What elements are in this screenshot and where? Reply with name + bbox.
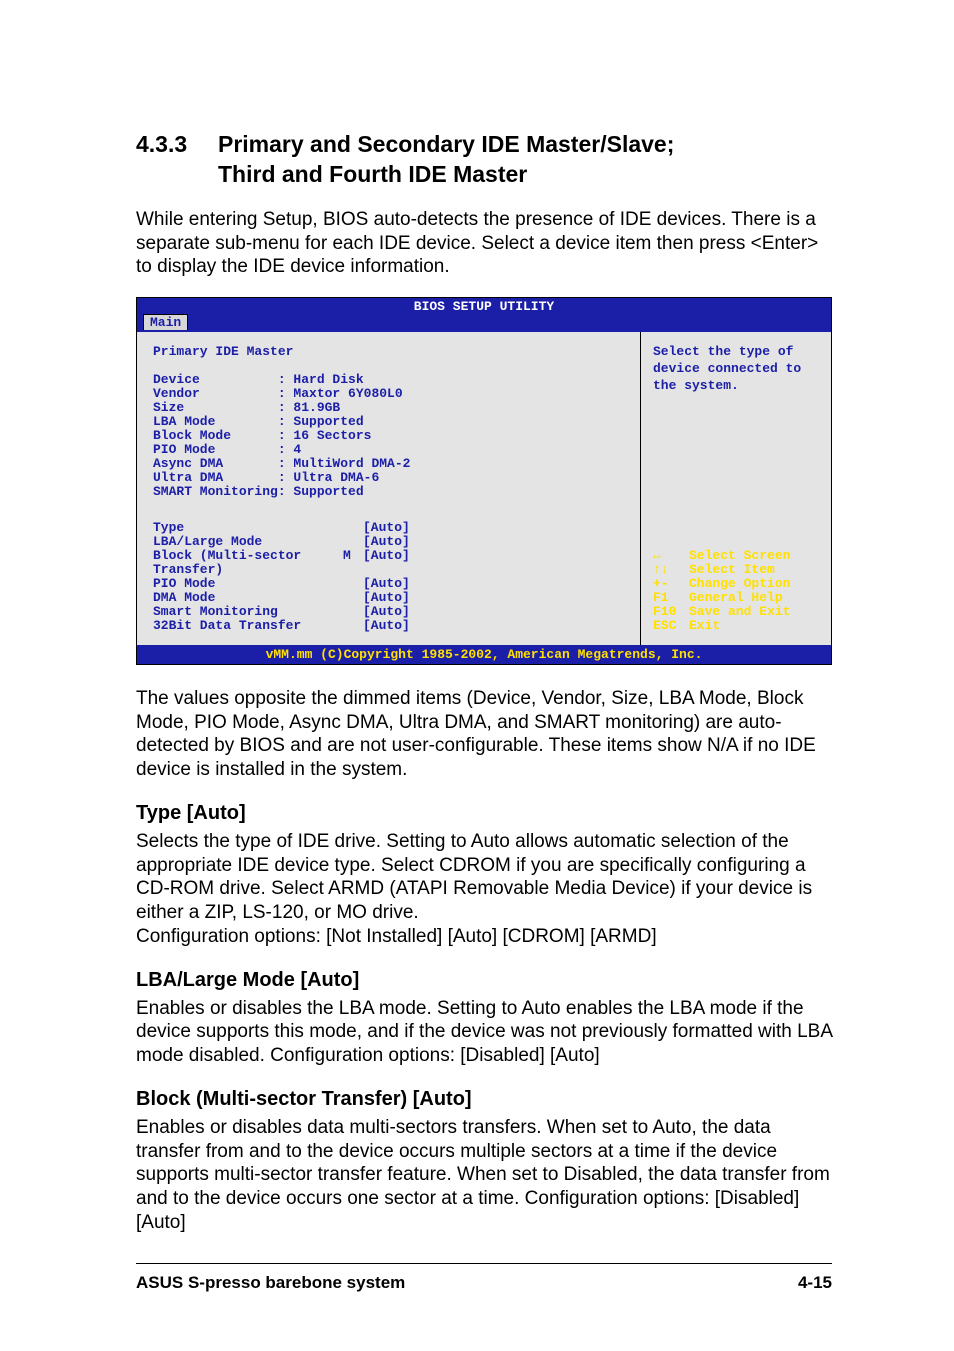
bios-tab-row: Main	[137, 314, 831, 332]
bios-screenshot: BIOS SETUP UTILITY Main Primary IDE Mast…	[136, 297, 832, 665]
bios-left-title: Primary IDE Master	[153, 344, 624, 361]
section-title-line2: Third and Fourth IDE Master	[218, 161, 527, 187]
bios-key-row: ↑↓Select Item	[653, 563, 823, 577]
bios-footer: vMM.mm (C)Copyright 1985-2002, American …	[137, 645, 831, 664]
bios-key-row: F10Save and Exit	[653, 605, 823, 619]
arrows-lr-icon: ↔	[653, 549, 689, 563]
bios-right-panel: Select the type of device connected to t…	[641, 332, 831, 645]
bios-info-line: Vendor : Maxtor 6Y080L0	[153, 387, 624, 401]
footer-page-number: 4-15	[798, 1272, 832, 1294]
bios-setting-row: LBA/Large Mode[Auto]	[153, 535, 624, 549]
section-heading: 4.3.3 Primary and Secondary IDE Master/S…	[136, 130, 832, 190]
bios-info-line: LBA Mode : Supported	[153, 415, 624, 429]
bios-info-line: Block Mode : 16 Sectors	[153, 429, 624, 443]
bios-tab-main: Main	[143, 314, 188, 330]
block-body: Enables or disables data multi-sectors t…	[136, 1116, 832, 1235]
lba-heading: LBA/Large Mode [Auto]	[136, 967, 832, 993]
bios-key-row: ESCExit	[653, 619, 823, 633]
type-body: Selects the type of IDE drive. Setting t…	[136, 830, 832, 925]
bios-info-line: PIO Mode : 4	[153, 443, 624, 457]
type-heading: Type [Auto]	[136, 800, 832, 826]
bios-key-row: +-Change Option	[653, 577, 823, 591]
bios-setting-row: DMA Mode[Auto]	[153, 591, 624, 605]
page-footer: ASUS S-presso barebone system 4-15	[136, 1263, 832, 1294]
section-title-line1: Primary and Secondary IDE Master/Slave;	[218, 131, 674, 157]
bios-settings-block: Type[Auto] LBA/Large Mode[Auto] Block (M…	[153, 521, 624, 633]
bios-setting-row: Smart Monitoring[Auto]	[153, 605, 624, 619]
lba-body: Enables or disables the LBA mode. Settin…	[136, 997, 832, 1068]
bios-key-legend: ↔Select Screen ↑↓Select Item +-Change Op…	[653, 549, 823, 633]
bios-info-line: Device : Hard Disk	[153, 373, 624, 387]
type-config: Configuration options: [Not Installed] […	[136, 925, 832, 949]
arrows-ud-icon: ↑↓	[653, 563, 689, 577]
bios-info-line: SMART Monitoring: Supported	[153, 485, 624, 499]
bios-info-line: Async DMA : MultiWord DMA-2	[153, 457, 624, 471]
footer-product: ASUS S-presso barebone system	[136, 1272, 405, 1294]
intro-paragraph: While entering Setup, BIOS auto-detects …	[136, 208, 832, 279]
bios-help-text: Select the type of device connected to t…	[653, 344, 823, 395]
bios-setting-row: Block (Multi-sector Transfer)M[Auto]	[153, 549, 624, 577]
bios-info-line: Ultra DMA : Ultra DMA-6	[153, 471, 624, 485]
bios-setting-row: 32Bit Data Transfer[Auto]	[153, 619, 624, 633]
bios-left-panel: Primary IDE Master Device : Hard Disk Ve…	[137, 332, 641, 645]
block-heading: Block (Multi-sector Transfer) [Auto]	[136, 1086, 832, 1112]
bios-titlebar: BIOS SETUP UTILITY	[137, 298, 831, 314]
after-bios-paragraph: The values opposite the dimmed items (De…	[136, 687, 832, 782]
bios-setting-row: PIO Mode[Auto]	[153, 577, 624, 591]
bios-key-row: ↔Select Screen	[653, 549, 823, 563]
bios-info-line: Size : 81.9GB	[153, 401, 624, 415]
section-number: 4.3.3	[136, 130, 218, 160]
bios-key-row: F1General Help	[653, 591, 823, 605]
section-title: Primary and Secondary IDE Master/Slave; …	[218, 130, 832, 190]
bios-info-block: Device : Hard Disk Vendor : Maxtor 6Y080…	[153, 373, 624, 499]
bios-setting-row: Type[Auto]	[153, 521, 624, 535]
